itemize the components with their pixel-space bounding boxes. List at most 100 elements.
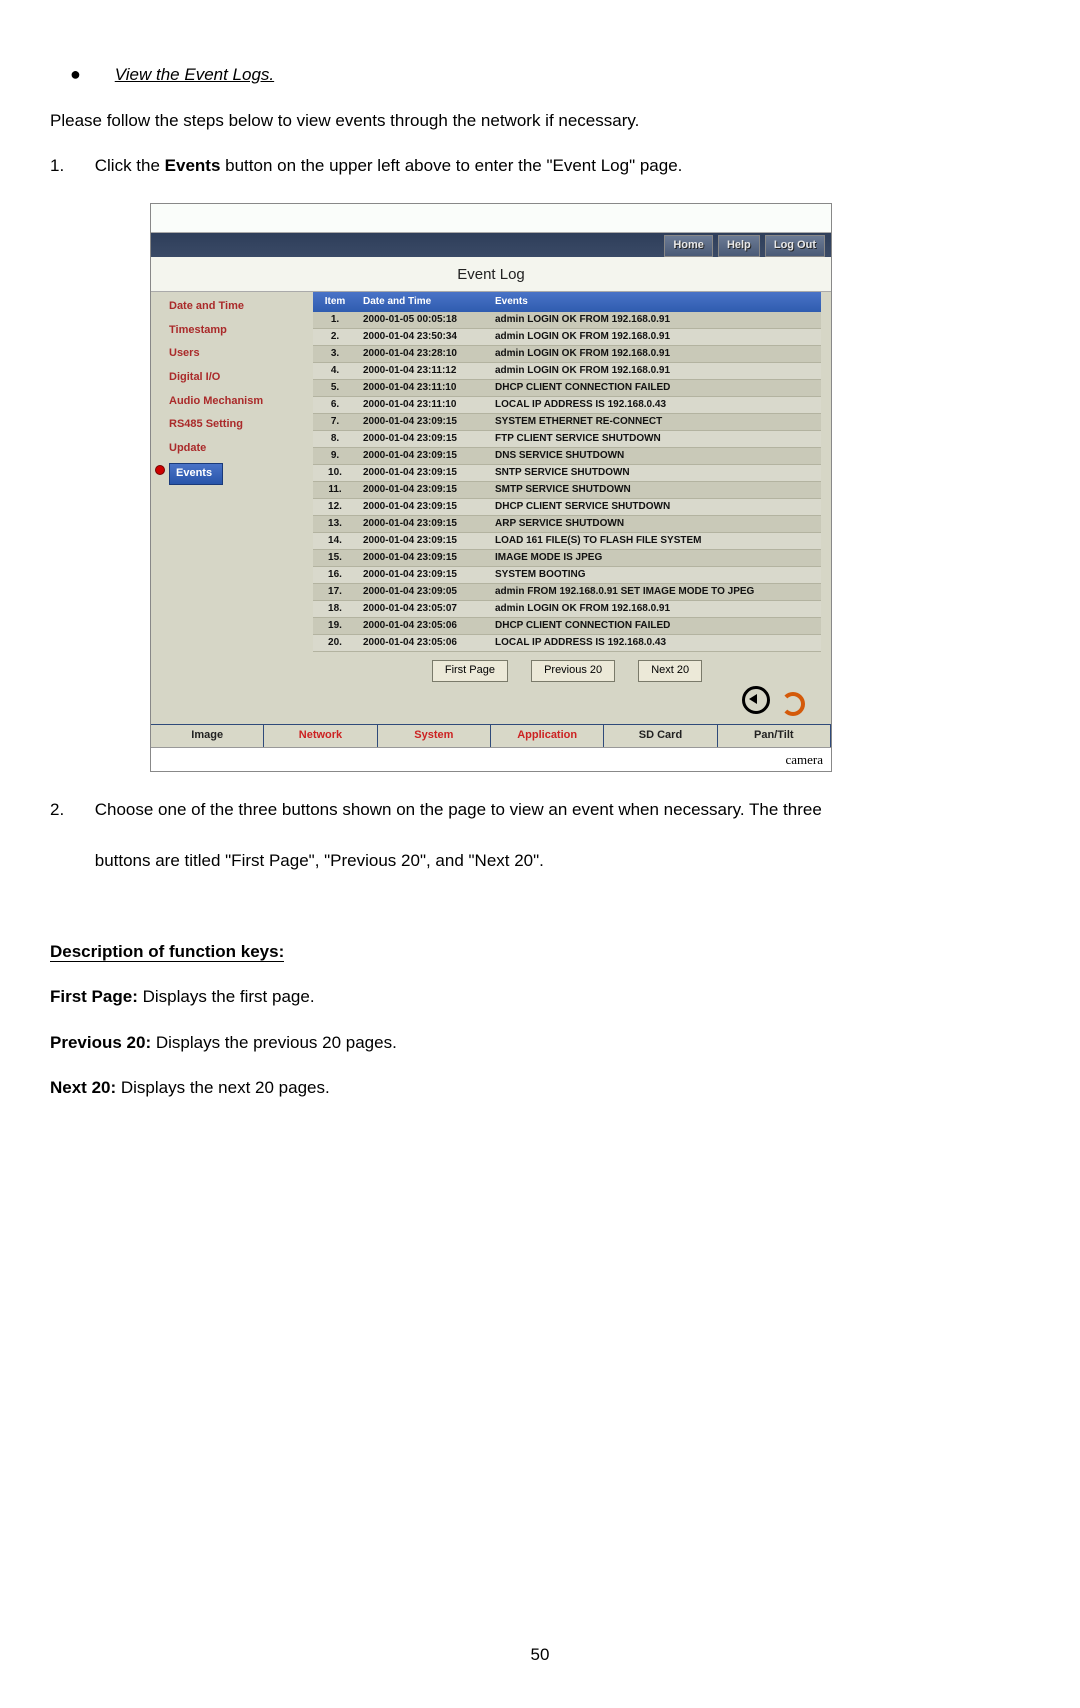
cell-datetime: 2000-01-04 23:09:15 xyxy=(357,499,489,516)
cell-datetime: 2000-01-04 23:09:15 xyxy=(357,414,489,431)
step-1: 1. Click the Events button on the upper … xyxy=(50,152,1030,179)
step-1-text-c: button on the upper left above to enter … xyxy=(220,156,682,175)
page-title: Event Log xyxy=(151,257,831,292)
table-row: 19.2000-01-04 23:05:06DHCP CLIENT CONNEC… xyxy=(313,618,821,635)
page-number: 50 xyxy=(50,1641,1030,1668)
cell-item: 19. xyxy=(313,618,357,635)
step-1-body: Click the Events button on the upper lef… xyxy=(95,152,1025,179)
back-arrow-icon[interactable] xyxy=(742,686,770,714)
event-log-screenshot: Home Help Log Out Event Log Date and Tim… xyxy=(150,203,1030,772)
fk-first-page-desc: Displays the first page. xyxy=(138,987,315,1006)
cell-item: 2. xyxy=(313,329,357,346)
cell-item: 12. xyxy=(313,499,357,516)
sidebar-item-digital-io[interactable]: Digital I/O xyxy=(169,369,309,387)
tab-system[interactable]: System xyxy=(378,725,491,747)
cell-event: admin LOGIN OK FROM 192.168.0.91 xyxy=(489,346,821,363)
bottom-tabs: Image Network System Application SD Card… xyxy=(151,724,831,747)
step-1-text-a: Click the xyxy=(95,156,165,175)
sidebar-item-events-label: Events xyxy=(169,463,223,485)
next-20-button[interactable]: Next 20 xyxy=(638,660,702,682)
table-row: 11.2000-01-04 23:09:15SMTP SERVICE SHUTD… xyxy=(313,482,821,499)
sidebar: Date and Time Timestamp Users Digital I/… xyxy=(151,292,313,724)
cell-item: 15. xyxy=(313,550,357,567)
cell-item: 8. xyxy=(313,431,357,448)
step-2: 2. Choose one of the three buttons shown… xyxy=(50,796,1030,898)
col-events: Events xyxy=(489,292,821,312)
sidebar-item-update[interactable]: Update xyxy=(169,440,309,458)
table-row: 16.2000-01-04 23:09:15SYSTEM BOOTING xyxy=(313,567,821,584)
cell-event: FTP CLIENT SERVICE SHUTDOWN xyxy=(489,431,821,448)
cell-event: DHCP CLIENT CONNECTION FAILED xyxy=(489,618,821,635)
sidebar-item-rs485[interactable]: RS485 Setting xyxy=(169,416,309,434)
cell-item: 3. xyxy=(313,346,357,363)
tab-image[interactable]: Image xyxy=(151,725,264,747)
function-keys-heading: Description of function keys: xyxy=(50,938,1030,965)
refresh-icon[interactable] xyxy=(779,690,803,714)
cell-event: SNTP SERVICE SHUTDOWN xyxy=(489,465,821,482)
table-row: 14.2000-01-04 23:09:15LOAD 161 FILE(S) T… xyxy=(313,533,821,550)
cell-item: 18. xyxy=(313,601,357,618)
cell-datetime: 2000-01-04 23:09:15 xyxy=(357,567,489,584)
step-2-line2: buttons are titled "First Page", "Previo… xyxy=(95,847,1025,874)
step-2-number: 2. xyxy=(50,796,90,823)
cell-item: 17. xyxy=(313,584,357,601)
cell-datetime: 2000-01-05 00:05:18 xyxy=(357,312,489,329)
cell-datetime: 2000-01-04 23:09:15 xyxy=(357,516,489,533)
step-2-body: Choose one of the three buttons shown on… xyxy=(95,796,1025,898)
cell-datetime: 2000-01-04 23:11:10 xyxy=(357,397,489,414)
bullet-heading: ● View the Event Logs. xyxy=(70,60,1030,89)
tab-network[interactable]: Network xyxy=(264,725,377,747)
sidebar-item-users[interactable]: Users xyxy=(169,345,309,363)
previous-20-button[interactable]: Previous 20 xyxy=(531,660,615,682)
tab-sd-card[interactable]: SD Card xyxy=(604,725,717,747)
intro-paragraph: Please follow the steps below to view ev… xyxy=(50,107,1030,134)
bullet-dot-icon: ● xyxy=(70,60,110,89)
cell-item: 6. xyxy=(313,397,357,414)
cell-event: LOCAL IP ADDRESS IS 192.168.0.43 xyxy=(489,397,821,414)
cell-item: 9. xyxy=(313,448,357,465)
cell-item: 20. xyxy=(313,635,357,652)
table-row: 4.2000-01-04 23:11:12admin LOGIN OK FROM… xyxy=(313,363,821,380)
sidebar-item-events[interactable]: Events xyxy=(169,463,309,485)
table-row: 20.2000-01-04 23:05:06LOCAL IP ADDRESS I… xyxy=(313,635,821,652)
fk-next-20-label: Next 20: xyxy=(50,1078,116,1097)
first-page-button[interactable]: First Page xyxy=(432,660,508,682)
cell-item: 7. xyxy=(313,414,357,431)
step-2-line1: Choose one of the three buttons shown on… xyxy=(95,796,1025,823)
tab-application[interactable]: Application xyxy=(491,725,604,747)
cell-datetime: 2000-01-04 23:05:06 xyxy=(357,635,489,652)
table-row: 13.2000-01-04 23:09:15ARP SERVICE SHUTDO… xyxy=(313,516,821,533)
cell-item: 4. xyxy=(313,363,357,380)
cell-datetime: 2000-01-04 23:05:06 xyxy=(357,618,489,635)
fk-previous-20: Previous 20: Displays the previous 20 pa… xyxy=(50,1029,1030,1056)
sidebar-item-timestamp[interactable]: Timestamp xyxy=(169,322,309,340)
step-1-text-bold: Events xyxy=(165,156,221,175)
cell-event: admin LOGIN OK FROM 192.168.0.91 xyxy=(489,601,821,618)
cell-datetime: 2000-01-04 23:09:15 xyxy=(357,465,489,482)
top-nav: Home Help Log Out xyxy=(151,233,831,257)
tab-pan-tilt[interactable]: Pan/Tilt xyxy=(718,725,831,747)
cell-event: admin FROM 192.168.0.91 SET IMAGE MODE T… xyxy=(489,584,821,601)
cell-datetime: 2000-01-04 23:09:05 xyxy=(357,584,489,601)
cell-event: SMTP SERVICE SHUTDOWN xyxy=(489,482,821,499)
cell-datetime: 2000-01-04 23:50:34 xyxy=(357,329,489,346)
sidebar-item-date-time[interactable]: Date and Time xyxy=(169,298,309,316)
table-row: 2.2000-01-04 23:50:34admin LOGIN OK FROM… xyxy=(313,329,821,346)
cell-datetime: 2000-01-04 23:11:10 xyxy=(357,380,489,397)
table-row: 3.2000-01-04 23:28:10admin LOGIN OK FROM… xyxy=(313,346,821,363)
event-table: Item Date and Time Events 1.2000-01-05 0… xyxy=(313,292,821,652)
nav-help-button[interactable]: Help xyxy=(718,235,760,257)
step-1-number: 1. xyxy=(50,152,90,179)
cell-datetime: 2000-01-04 23:09:15 xyxy=(357,550,489,567)
cell-item: 11. xyxy=(313,482,357,499)
nav-home-button[interactable]: Home xyxy=(664,235,713,257)
cell-datetime: 2000-01-04 23:11:12 xyxy=(357,363,489,380)
sidebar-item-audio[interactable]: Audio Mechanism xyxy=(169,393,309,411)
cell-event: LOAD 161 FILE(S) TO FLASH FILE SYSTEM xyxy=(489,533,821,550)
nav-logout-button[interactable]: Log Out xyxy=(765,235,825,257)
col-date-time: Date and Time xyxy=(357,292,489,312)
table-row: 10.2000-01-04 23:09:15SNTP SERVICE SHUTD… xyxy=(313,465,821,482)
cell-event: IMAGE MODE IS JPEG xyxy=(489,550,821,567)
fk-next-20-desc: Displays the next 20 pages. xyxy=(116,1078,330,1097)
cell-event: SYSTEM BOOTING xyxy=(489,567,821,584)
